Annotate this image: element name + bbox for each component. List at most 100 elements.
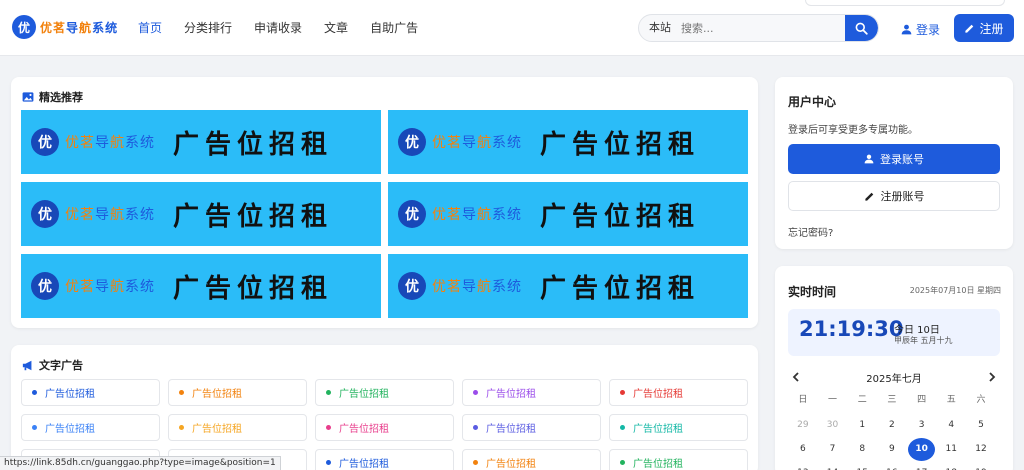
ad-banner[interactable]: 优优茗导航系统 广告位招租 (21, 182, 381, 246)
calendar-day[interactable]: 14 (818, 461, 848, 470)
calendar-day[interactable]: 1 (847, 413, 877, 437)
text-ad-item[interactable]: 广告位招租 (462, 449, 601, 470)
search-button[interactable] (845, 15, 878, 41)
login-account-label: 登录账号 (880, 153, 924, 166)
calendar-day-number: 4 (948, 420, 955, 430)
weekday-label: 三 (887, 394, 897, 405)
bullet-dot-icon (620, 390, 625, 395)
calendar-day[interactable]: 16 (877, 461, 907, 470)
ad-banner[interactable]: 优优茗导航系统 广告位招租 (21, 110, 381, 174)
bullet-dot-icon (473, 390, 478, 395)
calendar-day[interactable]: 11 (936, 437, 966, 461)
register-button[interactable]: 注册 (954, 14, 1014, 42)
ad-logo-badge: 优 (31, 128, 59, 156)
calendar-day[interactable]: 19 (966, 461, 996, 470)
nav-item[interactable]: 自助广告 (370, 19, 418, 36)
nav-item[interactable]: 首页 (138, 19, 162, 36)
prev-month-button[interactable] (788, 372, 804, 382)
register-account-button[interactable]: 注册账号 (788, 181, 1000, 211)
user-icon (901, 24, 912, 35)
nav-item[interactable]: 申请收录 (254, 19, 302, 36)
calendar-day-number: 8 (859, 444, 866, 454)
forgot-password-link[interactable]: 忘记密码? (788, 224, 833, 239)
text-ad-item[interactable]: 广告位招租 (462, 414, 601, 441)
ad-banner[interactable]: 优优茗导航系统 广告位招租 (388, 110, 748, 174)
ad-brand-char: 系 (492, 207, 507, 223)
search-icon (855, 22, 868, 35)
ad-brand-char: 系 (125, 135, 140, 151)
calendar-day[interactable]: 6 (788, 437, 818, 461)
calendar-day[interactable]: 29 (788, 413, 818, 437)
text-ad-item[interactable]: 广告位招租 (21, 379, 160, 406)
ad-banner[interactable]: 优优茗导航系统 广告位招租 (21, 254, 381, 318)
next-month-button[interactable] (984, 372, 1000, 382)
bullet-dot-icon (620, 425, 625, 430)
ad-brand-char: 茗 (80, 207, 95, 223)
ad-logo-badge: 优 (398, 200, 426, 228)
ad-brand-char: 统 (507, 207, 522, 223)
clock-panel: 21:19:30 今日 10日 甲辰年 五月十九 (788, 309, 1000, 356)
ad-brand-char: 统 (140, 135, 155, 151)
text-ads-title-text: 文字广告 (39, 359, 83, 372)
text-ad-item[interactable]: 广告位招租 (315, 449, 454, 470)
main-nav: 首页 分类排行 申请收录 文章 自助广告 (138, 19, 440, 36)
user-icon (864, 154, 874, 164)
search-scope-select[interactable]: 本站 (639, 15, 681, 41)
register-label: 注册 (979, 21, 1004, 36)
calendar-day[interactable]: 4 (936, 413, 966, 437)
text-ad-item[interactable]: 广告位招租 (609, 379, 748, 406)
ad-brand-char: 导 (95, 279, 110, 295)
calendar-day-number: 2 (889, 420, 895, 430)
calendar-day[interactable]: 5 (966, 413, 996, 437)
ad-banner[interactable]: 优优茗导航系统 广告位招租 (388, 254, 748, 318)
ad-banner[interactable]: 优优茗导航系统 广告位招租 (388, 182, 748, 246)
featured-title: 精选推荐 (22, 89, 83, 105)
top-header: 优 优茗导航系统 首页 分类排行 申请收录 文章 自助广告 本站 登录 注册 (0, 0, 1024, 56)
register-account-label: 注册账号 (880, 190, 925, 203)
bullet-dot-icon (32, 390, 37, 395)
calendar-day-number: 1 (859, 420, 866, 430)
calendar-day[interactable]: 3 (907, 413, 937, 437)
chevron-right-icon (989, 372, 996, 382)
logo-title-char: 茗 (53, 20, 67, 35)
calendar-day[interactable]: 15 (847, 461, 877, 470)
text-ad-item[interactable]: 广告位招租 (168, 414, 307, 441)
ad-brand: 优茗导航系统 (432, 132, 522, 152)
text-ad-item[interactable]: 广告位招租 (609, 414, 748, 441)
bullet-dot-icon (326, 425, 331, 430)
text-ad-label: 广告位招租 (633, 389, 683, 400)
text-ad-item[interactable]: 广告位招租 (609, 449, 748, 470)
calendar-day[interactable]: 2 (877, 413, 907, 437)
bullet-dot-icon (32, 425, 37, 430)
user-center-title: 用户中心 (788, 95, 837, 109)
text-ad-item[interactable]: 广告位招租 (315, 414, 454, 441)
site-logo[interactable]: 优 优茗导航系统 (12, 15, 118, 39)
nav-item[interactable]: 分类排行 (184, 19, 232, 36)
calendar-day[interactable]: 8 (847, 437, 877, 461)
bullet-dot-icon (473, 425, 478, 430)
calendar-day[interactable]: 12 (966, 437, 996, 461)
ad-brand-char: 系 (492, 135, 507, 151)
ad-logo-badge: 优 (398, 128, 426, 156)
login-link[interactable]: 登录 (901, 21, 940, 38)
text-ad-label: 广告位招租 (45, 424, 95, 435)
calendar-day[interactable]: 18 (936, 461, 966, 470)
today-label: 今日 10日 (894, 325, 940, 336)
calendar-day[interactable]: 13 (788, 461, 818, 470)
text-ad-item[interactable]: 广告位招租 (462, 379, 601, 406)
calendar-day[interactable]: 30 (818, 413, 848, 437)
megaphone-icon (22, 360, 32, 370)
text-ad-item[interactable]: 广告位招租 (168, 379, 307, 406)
calendar-day[interactable]: 17 (907, 461, 937, 470)
login-account-button[interactable]: 登录账号 (788, 144, 1000, 174)
ad-brand: 优茗导航系统 (432, 276, 522, 296)
search-input[interactable] (681, 15, 845, 41)
text-ads-card: 文字广告 广告位招租 广告位招租 广告位招租 广告位招租 广告位招租 广告位招租 广告位招租… (11, 345, 758, 470)
text-ad-item[interactable]: 广告位招租 (21, 414, 160, 441)
calendar-day[interactable]: 9 (877, 437, 907, 461)
ad-brand-char: 统 (507, 279, 522, 295)
calendar-day[interactable]: 7 (818, 437, 848, 461)
text-ad-item[interactable]: 广告位招租 (315, 379, 454, 406)
calendar-day-today[interactable]: 10 (907, 437, 937, 461)
nav-item[interactable]: 文章 (324, 19, 348, 36)
